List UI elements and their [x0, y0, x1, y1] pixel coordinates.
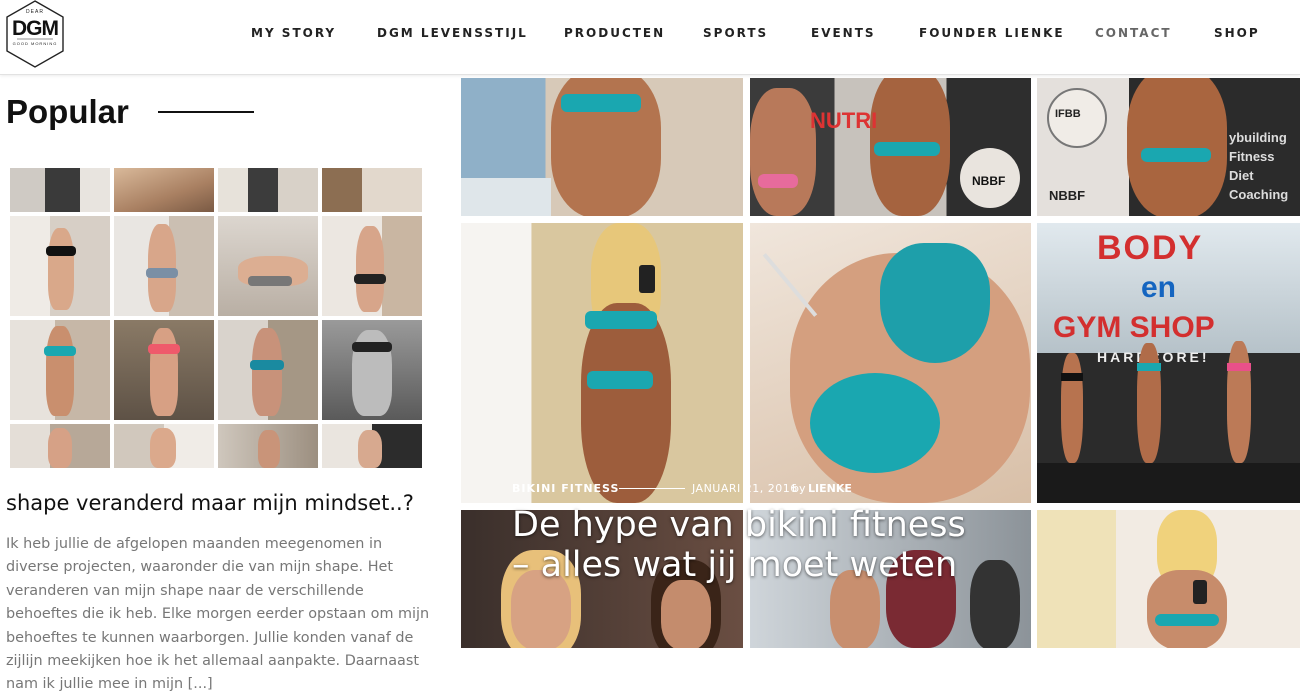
gallery-photo[interactable]: BODY en GYM SHOP HARDCORE! — [1037, 223, 1300, 503]
site-logo[interactable]: DEAR DGM GOOD MORNING — [5, 0, 65, 68]
featured-post-title[interactable]: De hype van bikini fitness – alles wat j… — [512, 505, 982, 585]
nav-item-dgm-levensstijl[interactable]: DGM LEVENSSTIJL — [377, 26, 528, 40]
nav-item-sports[interactable]: SPORTS — [703, 26, 768, 40]
site-header: DEAR DGM GOOD MORNING MY STORY DGM LEVEN… — [0, 0, 1300, 75]
collage-photo — [322, 168, 422, 212]
poster-body-text: BODY — [1097, 229, 1204, 267]
gallery-photo[interactable] — [750, 223, 1031, 503]
collage-photo — [10, 424, 110, 468]
collage-photo — [218, 216, 318, 316]
poster-hardcore-text: HARDCORE! — [1097, 349, 1297, 369]
logo-top-text: DEAR — [26, 9, 44, 15]
ifbb-banner-text: IFBB — [1055, 108, 1081, 120]
logo-sub-text: GOOD MORNING — [12, 41, 58, 46]
nbbf-banner-text-2: NBBF — [1049, 188, 1086, 203]
collage-photo — [114, 168, 214, 212]
popular-post-excerpt: Ik heb jullie de afgelopen maanden meege… — [6, 536, 430, 693]
collage-photo — [218, 168, 318, 212]
nav-item-producten[interactable]: PRODUCTEN — [564, 26, 665, 40]
popular-post-title[interactable]: shape veranderd maar mijn mindset..? — [6, 491, 414, 515]
gallery-photo[interactable]: IFBB NBBF ybuilding Fitness Diet Coachin… — [1037, 78, 1300, 216]
popular-post-thumbnail-collage[interactable] — [10, 168, 422, 468]
collage-photo — [10, 168, 110, 212]
featured-category-link[interactable]: BIKINI FITNESS — [512, 482, 619, 495]
nav-item-founder-lienke[interactable]: FOUNDER LIENKE — [919, 26, 1065, 40]
collage-photo — [10, 320, 110, 420]
featured-post-date: JANUARI 21, 2016 — [692, 482, 798, 495]
collage-photo — [322, 216, 422, 316]
popular-heading: Popular — [6, 93, 129, 130]
gallery-photo[interactable]: NUTRI NBBF — [750, 78, 1031, 216]
nbbf-banner-text: NBBF — [972, 174, 1006, 188]
nutri-banner-text: NUTRI — [810, 108, 878, 133]
featured-post-by: by — [792, 482, 806, 495]
collage-photo — [114, 216, 214, 316]
meta-divider — [619, 488, 685, 489]
collage-photo — [114, 424, 214, 468]
collage-photo — [218, 424, 318, 468]
nav-item-my-story[interactable]: MY STORY — [251, 26, 336, 40]
nav-item-contact[interactable]: CONTACT — [1095, 26, 1172, 40]
logo-main-text: DGM — [12, 17, 59, 40]
coaching-banner-text: ybuilding Fitness Diet Coaching — [1229, 130, 1289, 202]
featured-author-link[interactable]: LIENKE — [808, 482, 852, 495]
nav-item-shop[interactable]: SHOP — [1214, 26, 1260, 40]
collage-photo — [114, 320, 214, 420]
gallery-photo[interactable] — [461, 223, 743, 503]
gallery-photo[interactable] — [1037, 510, 1300, 648]
heading-divider — [158, 111, 254, 113]
nav-item-events[interactable]: EVENTS — [811, 26, 876, 40]
poster-en-text: en — [1141, 271, 1177, 304]
collage-photo — [10, 216, 110, 316]
gallery-photo[interactable] — [461, 78, 743, 216]
poster-shop-text: GYM SHOP — [1053, 311, 1215, 344]
collage-photo — [218, 320, 318, 420]
collage-photo — [322, 320, 422, 420]
collage-photo — [322, 424, 422, 468]
